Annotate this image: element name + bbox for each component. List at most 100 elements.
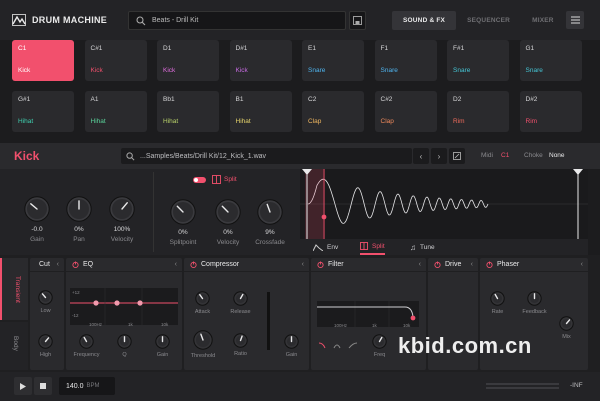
tab-sound-fx[interactable]: SOUND & FX (392, 11, 457, 30)
power-icon[interactable] (317, 261, 324, 268)
eq-db-top: +12 (72, 290, 80, 295)
chevron-left-icon[interactable]: ‹ (471, 261, 473, 268)
pad-note: D1 (163, 45, 172, 52)
fx-knob[interactable] (233, 291, 248, 308)
drum-pad[interactable]: E1 Snare (302, 40, 364, 81)
power-icon[interactable] (72, 261, 79, 268)
knob-crossfade[interactable] (257, 199, 283, 227)
fx-knob[interactable] (233, 333, 248, 350)
envelope-icon (313, 243, 323, 251)
power-icon[interactable] (434, 261, 441, 268)
drum-pad[interactable]: G#1 Hihat (12, 91, 74, 132)
drum-pad[interactable]: C#1 Kick (84, 40, 147, 81)
app-title: DRUM MACHINE (32, 15, 108, 25)
tab-env[interactable]: Env (313, 239, 338, 255)
drum-pad[interactable]: A1 Hihat (84, 91, 147, 132)
fx-knob[interactable] (195, 291, 210, 308)
power-icon[interactable] (486, 261, 493, 268)
fx-knob[interactable] (155, 334, 170, 351)
drum-pad[interactable]: F#1 Snare (447, 40, 509, 81)
drum-pad[interactable]: G1 Snare (519, 40, 582, 81)
knob-value: 0% (178, 229, 188, 236)
preset-search[interactable]: Beats - Drill Kit (128, 11, 346, 30)
drum-pad[interactable]: C2 Clap (302, 91, 364, 132)
midi-label: Midi (481, 152, 493, 159)
fx-knob[interactable] (117, 334, 132, 351)
fx-knob[interactable] (490, 291, 505, 308)
eq-band-handle[interactable] (137, 300, 143, 306)
choke-value[interactable]: None (549, 152, 565, 159)
side-tab-body[interactable]: Body (0, 322, 28, 370)
fx-knob[interactable] (193, 330, 213, 352)
pad-name: Kick (163, 67, 176, 74)
power-icon[interactable] (190, 261, 197, 268)
fx-knob[interactable] (284, 334, 299, 351)
chevron-left-icon[interactable]: ‹ (302, 261, 304, 268)
drum-pad[interactable]: Bb1 Hihat (157, 91, 219, 132)
side-tab-transient[interactable]: Transient (0, 258, 28, 320)
fx-knob-label: Gain (285, 352, 298, 358)
drum-pad[interactable]: C#2 Clap (374, 91, 437, 132)
knob-label: Crossfade (255, 239, 285, 246)
transport-bar: 140.0 BPM -INF (0, 372, 600, 401)
chevron-left-icon[interactable]: ‹ (581, 261, 583, 268)
sample-path-field[interactable]: ...Samples/Beats/Drill Kit/12_Kick_1.wav (121, 148, 412, 164)
stop-button[interactable] (34, 377, 52, 395)
fx-knob[interactable] (372, 334, 387, 351)
fx-knob[interactable] (38, 290, 53, 307)
tab-split[interactable]: Split (360, 239, 385, 255)
knob-splitpoint[interactable] (170, 199, 196, 227)
stop-icon (40, 383, 46, 389)
pad-note: C2 (308, 96, 317, 103)
chevron-left-icon[interactable]: ‹ (175, 261, 177, 268)
fx-knob[interactable] (38, 334, 53, 351)
tab-mixer[interactable]: MIXER (521, 11, 565, 30)
fx-knob-label: Gain (156, 352, 169, 358)
pad-note: Bb1 (163, 96, 175, 103)
drum-pad[interactable]: D2 Rim (447, 91, 509, 132)
fx-knob[interactable] (79, 334, 94, 351)
eq-band-handle[interactable] (114, 300, 120, 306)
midi-value[interactable]: C1 (501, 152, 509, 159)
divider (153, 172, 154, 252)
knob-gain[interactable] (24, 196, 50, 224)
bpm-field[interactable]: 140.0 BPM (59, 377, 115, 395)
waveform-display[interactable] (300, 169, 588, 239)
filter-freq-100hz: 100Hz (334, 323, 348, 328)
fx-knob-label: Q (122, 352, 127, 358)
drum-pad[interactable]: B1 Hihat (229, 91, 292, 132)
fx-knob[interactable] (559, 316, 574, 333)
drum-pad[interactable]: D#2 Rim (519, 91, 582, 132)
drum-pad[interactable]: D#1 Kick (229, 40, 292, 81)
prev-sample-button[interactable]: ‹ (413, 148, 429, 164)
drum-pad[interactable]: F1 Snare (374, 40, 437, 81)
pad-note: B1 (235, 96, 244, 103)
pad-name: Clap (308, 118, 322, 125)
split-toggle[interactable] (193, 177, 206, 183)
knob-velocity[interactable] (109, 196, 135, 224)
chevron-left-icon[interactable]: ‹ (57, 261, 59, 268)
menu-button[interactable] (566, 11, 584, 29)
drum-pad[interactable]: D1 Kick (157, 40, 219, 81)
sample-browser-button[interactable] (449, 148, 465, 164)
knob-pan[interactable] (66, 196, 92, 224)
eq-header: EQ ‹ (66, 258, 182, 272)
sample-path: ...Samples/Beats/Drill Kit/12_Kick_1.wav (140, 152, 267, 160)
tab-sequencer[interactable]: SEQUENCER (456, 11, 521, 30)
knob-value: 9% (265, 229, 275, 236)
app-logo: DRUM MACHINE (12, 14, 127, 26)
pad-name: Snare (380, 67, 398, 74)
knob-velocity[interactable] (215, 199, 241, 227)
tab-tune[interactable]: ♫ Tune (410, 239, 435, 255)
chevron-left-icon[interactable]: ‹ (419, 261, 421, 268)
filter-type-selector[interactable] (318, 341, 362, 350)
fx-knob[interactable] (527, 291, 542, 308)
eq-graph[interactable] (70, 288, 178, 325)
eq-band-handle[interactable] (93, 300, 99, 306)
next-sample-button[interactable]: › (431, 148, 447, 164)
play-button[interactable] (14, 377, 32, 395)
drum-pad[interactable]: C1 Kick (12, 40, 74, 81)
tab-split-label: Split (372, 242, 385, 250)
save-button[interactable] (349, 11, 366, 30)
filter-cutoff-handle[interactable] (410, 315, 416, 321)
